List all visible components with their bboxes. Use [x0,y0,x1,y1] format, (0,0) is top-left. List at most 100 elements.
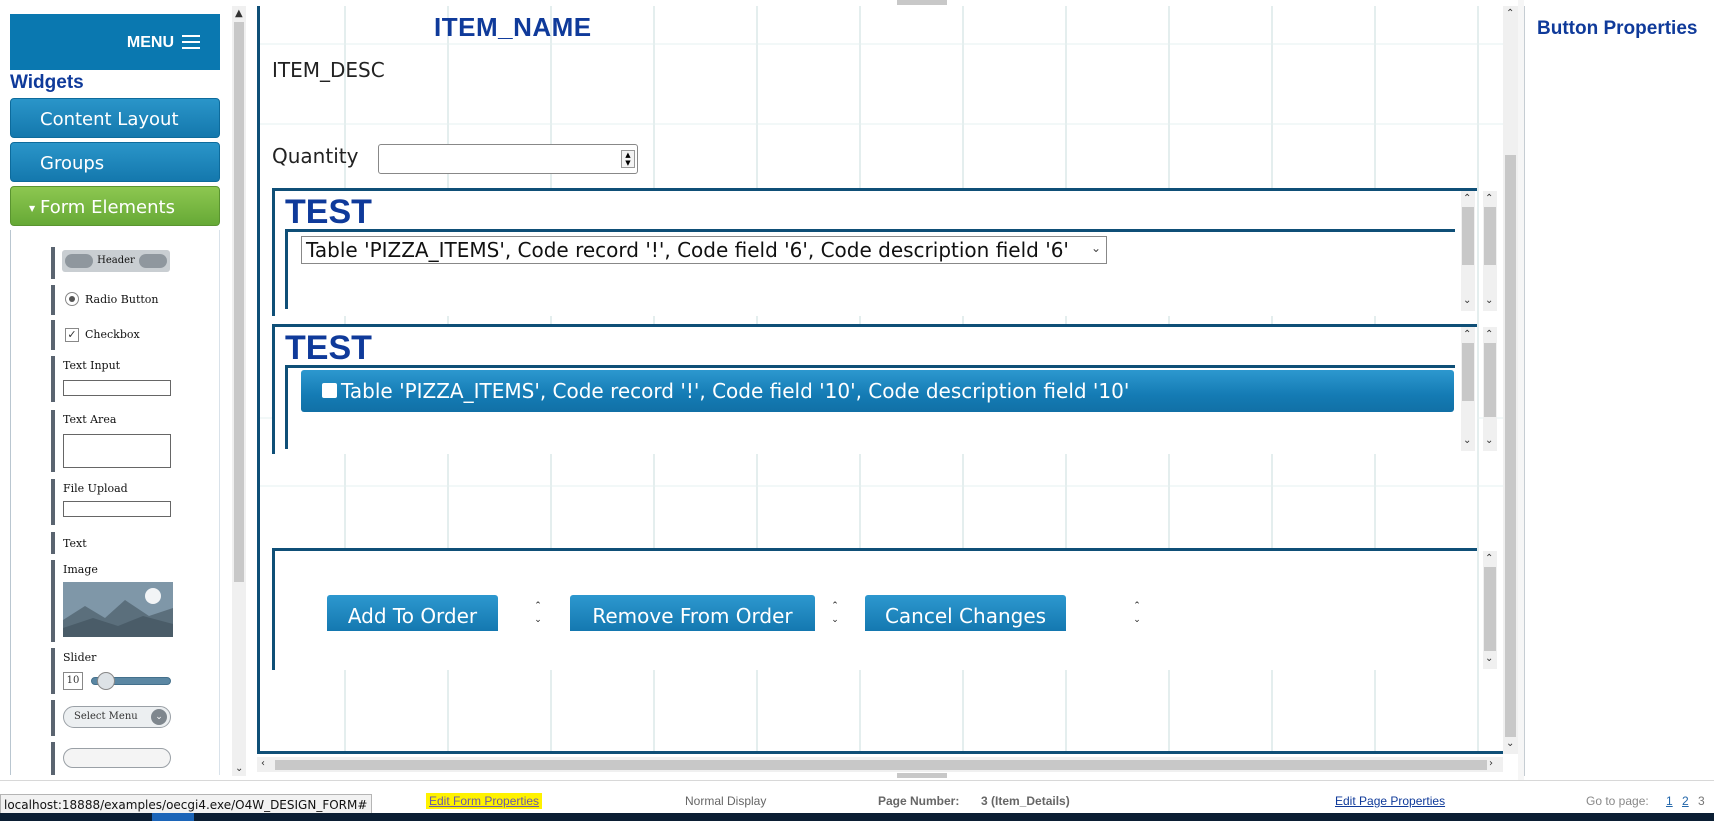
widgets-panel: MENU Widgets Content Layout Groups ▼ For… [0,0,250,780]
status-bar-url: localhost:18888/examples/oecgi4.exe/O4W_… [0,794,373,814]
widget-radio-button[interactable]: Radio Button [51,285,181,315]
scroll-down-icon[interactable]: ⌄ [1485,435,1493,446]
cancel-changes-button[interactable]: Cancel Changes [865,595,1066,631]
widget-label: Image [63,563,98,576]
status-footer: localhost:18888/examples/oecgi4.exe/O4W_… [0,780,1714,814]
button-group[interactable]: Add To Order ⌃ ⌄ Remove From Order ⌃ ⌄ Can… [272,548,1497,670]
inner-scrollbar[interactable]: ⌃ ⌄ [1461,327,1475,451]
scroll-down-icon[interactable]: ⌄ [1506,738,1514,749]
scroll-left-icon[interactable]: ‹ [261,758,265,769]
scroll-down-icon[interactable]: ⌄ [1463,435,1471,446]
page-number-label: Page Number: [878,794,960,808]
scroll-up-icon[interactable]: ⌃ [1485,329,1493,340]
remove-from-order-button[interactable]: Remove From Order [570,595,815,631]
scroll-up-icon[interactable]: ⌃ [1463,329,1471,340]
add-to-order-button[interactable]: Add To Order [327,595,498,631]
resize-handle-bottom[interactable] [897,773,947,778]
menu-button[interactable]: MENU [10,14,220,70]
checkbox-label: Table 'PIZZA_ITEMS', Code record '!', Co… [341,379,1130,403]
widget-header[interactable]: Header [51,247,181,279]
form-elements-list: Header Radio Button ✓ Checkbox Text Inpu… [10,230,220,775]
widget-label: Checkbox [85,328,140,341]
spinner-icon[interactable]: ⌃ ⌄ [828,599,842,629]
group-scrollbar[interactable]: ⌃ ⌄ [1483,327,1497,451]
landscape-image-icon [63,582,173,637]
scroll-down-icon[interactable]: ⌄ [235,763,243,774]
page-number-value: 3 (Item_Details) [981,794,1070,808]
page-link-3[interactable]: 3 [1698,794,1705,808]
scroll-up-icon[interactable]: ⌃ [1485,193,1493,204]
edit-form-properties-link[interactable]: Edit Form Properties [426,793,543,809]
scroll-up-icon[interactable]: ⌃ [1506,8,1514,19]
table-code-dropdown[interactable]: Table 'PIZZA_ITEMS', Code record '!', Co… [301,236,1107,264]
page-link-2[interactable]: 2 [1682,794,1689,808]
select-menu-preview: Select Menu ⌄ [63,706,171,728]
taskbar-active-item[interactable] [152,813,194,821]
item-desc-text[interactable]: ITEM_DESC [272,58,385,82]
widget-label: Radio Button [85,293,159,306]
checkbox-icon: ✓ [65,328,79,342]
quantity-stepper[interactable]: ▲ ▼ [378,144,638,174]
table-code-checkbox[interactable]: Table 'PIZZA_ITEMS', Code record '!', Co… [301,370,1454,412]
widgets-scrollbar-thumb[interactable] [234,22,244,582]
menu-label: MENU [126,34,174,51]
dropdown-value: Table 'PIZZA_ITEMS', Code record '!', Co… [306,238,1069,262]
scroll-up-icon[interactable]: ⌃ [1485,553,1493,564]
canvas-horizontal-scrollbar-thumb[interactable] [275,760,1487,770]
chevron-down-icon: ⌄ [1090,241,1101,255]
accordion-form-elements[interactable]: ▼ Form Elements [10,186,220,226]
widget-file-upload[interactable]: File Upload [51,479,181,525]
chevron-down-icon: ⌄ [151,709,167,725]
scroll-up-icon[interactable]: ▲ [235,8,243,19]
widgets-title: Widgets [10,72,84,93]
caret-down-icon: ▼ [29,204,36,213]
widget-text-area[interactable]: Text Area [51,410,181,472]
group-title: TEST [285,193,372,231]
page-link-1[interactable]: 1 [1666,794,1673,808]
group-scrollbar[interactable]: ⌃ ⌄ [1483,551,1497,669]
widget-text-input[interactable]: Text Input [51,356,181,402]
spinner-icon[interactable]: ⌃ ⌄ [1130,599,1144,629]
hamburger-icon [182,35,200,49]
widget-label: Select Menu [74,711,138,722]
group-scrollbar[interactable]: ⌃ ⌄ [1483,191,1497,311]
radio-icon [65,292,79,306]
widget-slider[interactable]: Slider 10 [51,648,181,694]
taskbar-strip [0,813,1714,821]
group-title: TEST [285,329,372,367]
accordion-label: Content Layout [40,109,179,130]
edit-page-properties-link[interactable]: Edit Page Properties [1335,794,1445,808]
canvas-vertical-scrollbar-thumb[interactable] [1505,155,1516,737]
scroll-right-icon[interactable]: › [1489,758,1493,769]
item-name-heading[interactable]: ITEM_NAME [434,12,592,43]
header-preview: Header [62,250,170,272]
accordion-groups[interactable]: Groups [10,142,220,182]
group-test-checkbox[interactable]: TEST Table 'PIZZA_ITEMS', Code record '!… [272,324,1497,454]
group-test-select[interactable]: TEST Table 'PIZZA_ITEMS', Code record '!… [272,188,1497,316]
text-input-preview [63,380,171,396]
design-window: MENU Widgets Content Layout Groups ▼ For… [0,0,1714,821]
quantity-label[interactable]: Quantity [272,144,358,168]
normal-display-toggle[interactable]: Normal Display [685,794,766,808]
widget-image[interactable]: Image [51,560,181,642]
inner-scrollbar[interactable]: ⌃ ⌄ [1461,191,1475,311]
properties-title: Button Properties [1537,18,1698,39]
scroll-up-icon[interactable]: ⌃ [1463,193,1471,204]
button-preview [63,748,171,768]
file-upload-preview [63,501,171,517]
spinner-icon[interactable]: ▲ ▼ [621,150,635,168]
widget-label: Slider [63,651,97,664]
widget-label: Text Area [63,413,117,426]
design-canvas[interactable]: ITEM_NAME ITEM_DESC Quantity ▲ ▼ TEST Tab… [257,6,1503,754]
spinner-icon[interactable]: ⌃ ⌄ [531,599,545,629]
widget-checkbox[interactable]: ✓ Checkbox [51,320,181,350]
scroll-down-icon[interactable]: ⌄ [1485,653,1493,664]
widget-select-menu[interactable]: Select Menu ⌄ [51,700,181,736]
accordion-content-layout[interactable]: Content Layout [10,98,220,138]
widget-text[interactable]: Text [51,532,181,554]
slider-value: 10 [63,672,83,690]
resize-handle-top[interactable] [897,0,947,5]
widget-more[interactable] [51,742,181,775]
scroll-down-icon[interactable]: ⌄ [1463,295,1471,306]
scroll-down-icon[interactable]: ⌄ [1485,295,1493,306]
